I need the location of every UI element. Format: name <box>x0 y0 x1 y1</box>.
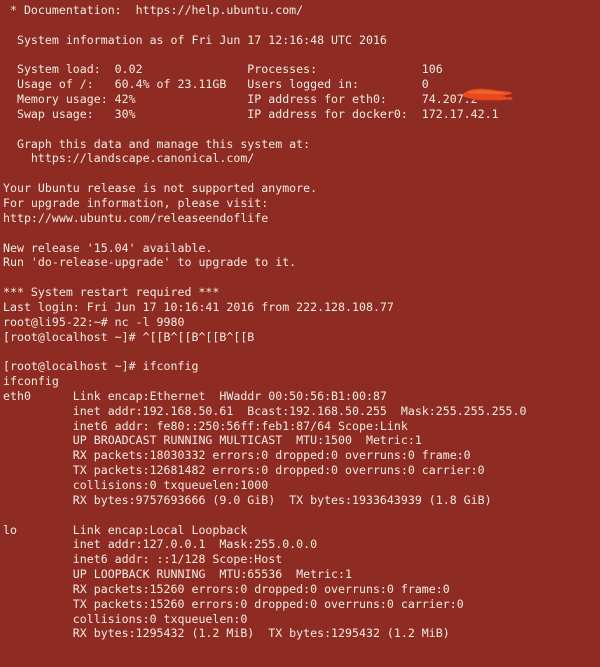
terminal-line: UP LOOPBACK RUNNING MTU:65536 Metric:1 <box>3 567 353 582</box>
terminal-line: lo Link encap:Local Loopback <box>3 522 248 537</box>
terminal-line: RX packets:18030332 errors:0 dropped:0 o… <box>3 448 471 463</box>
terminal-line: inet addr:127.0.0.1 Mask:255.0.0.0 <box>3 537 318 552</box>
terminal-line: New release '15.04' available. <box>3 240 213 255</box>
terminal-line: [root@localhost ~]# ^[[B^[[B^[[B^[[B <box>3 329 255 344</box>
terminal-line: inet6 addr: fe80::250:56ff:feb1:87/64 Sc… <box>3 418 408 433</box>
terminal-line: inet6 addr: ::1/128 Scope:Host <box>3 552 283 567</box>
terminal-line: RX packets:15260 errors:0 dropped:0 over… <box>3 581 450 596</box>
terminal-line: For upgrade information, please visit: <box>3 195 269 210</box>
terminal-line: * Documentation: https://help.ubuntu.com… <box>3 3 304 17</box>
terminal-line: Memory usage: 42% IP address for eth0: 7… <box>3 92 478 107</box>
terminal-line: System load: 0.02 Processes: 106 <box>3 62 443 77</box>
terminal-line: Graph this data and manage this system a… <box>3 136 311 151</box>
terminal-line: Swap usage: 30% IP address for docker0: … <box>3 106 499 121</box>
terminal-line: Last login: Fri Jun 17 10:16:41 2016 fro… <box>3 299 394 314</box>
terminal-line: UP BROADCAST RUNNING MULTICAST MTU:1500 … <box>3 433 422 448</box>
terminal-line: eth0 Link encap:Ethernet HWaddr 00:50:56… <box>3 388 387 403</box>
terminal-line: [root@localhost ~]# ifconfig <box>3 359 199 374</box>
terminal-line: TX packets:12681482 errors:0 dropped:0 o… <box>3 463 485 478</box>
terminal-line: *** System restart required *** <box>3 285 220 300</box>
terminal-line: root@li95-22:~# nc -l 9980 <box>3 314 185 329</box>
terminal-line: RX bytes:9757693666 (9.0 GiB) TX bytes:1… <box>3 492 492 507</box>
terminal-line: collisions:0 txqueuelen:1000 <box>3 478 269 492</box>
terminal-line: Your Ubuntu release is not supported any… <box>3 181 318 196</box>
terminal-window[interactable]: * Documentation: https://help.ubuntu.com… <box>0 0 600 667</box>
terminal-line: TX packets:15260 errors:0 dropped:0 over… <box>3 596 464 611</box>
terminal-line: ifconfig <box>3 374 59 389</box>
terminal-line: collisions:0 txqueuelen:0 <box>3 611 248 626</box>
terminal-line: System information as of Fri Jun 17 12:1… <box>3 32 387 47</box>
terminal-line: Usage of /: 60.4% of 23.11GB Users logge… <box>3 77 429 92</box>
terminal-line: RX bytes:1295432 (1.2 MiB) TX bytes:1295… <box>3 626 450 641</box>
terminal-line: http://www.ubuntu.com/releaseendoflife <box>3 210 269 225</box>
terminal-line: https://landscape.canonical.com/ <box>3 151 255 166</box>
terminal-line: Run 'do-release-upgrade' to upgrade to i… <box>3 255 297 270</box>
terminal-line: inet addr:192.168.50.61 Bcast:192.168.50… <box>3 403 527 418</box>
terminal-output[interactable]: * Documentation: https://help.ubuntu.com… <box>3 3 597 641</box>
